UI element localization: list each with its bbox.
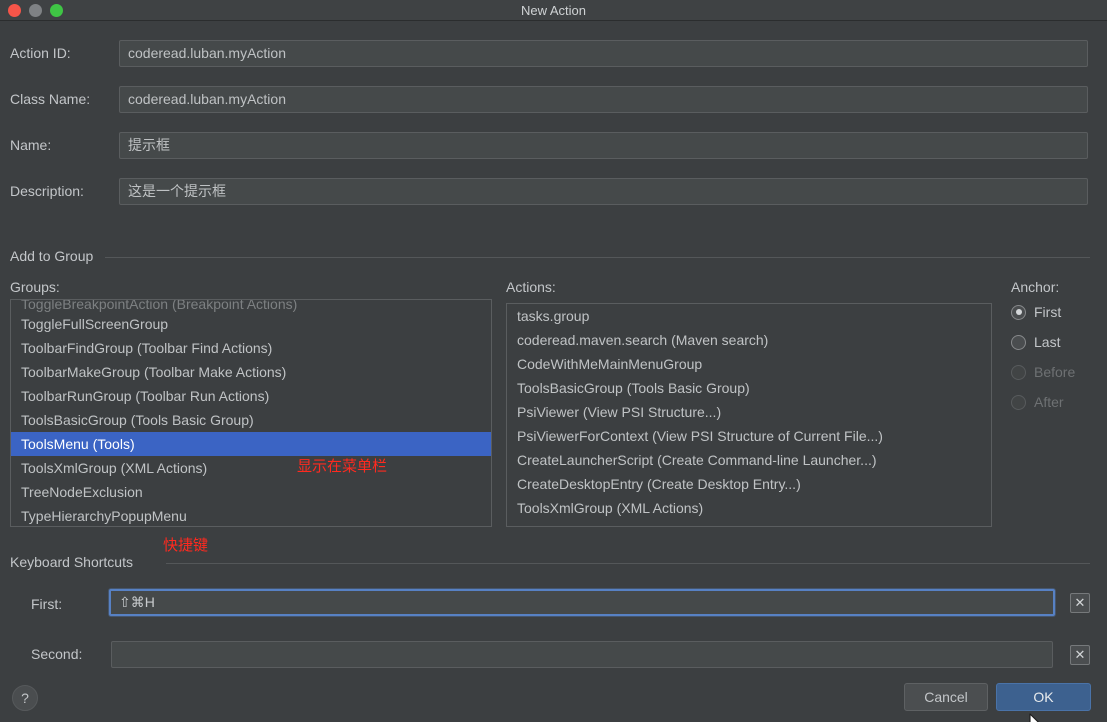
field-row-class-name: Class Name: coderead.luban.myAction xyxy=(0,86,1107,113)
groups-list-item[interactable]: ToolsMenu (Tools) xyxy=(11,432,491,456)
groups-list-item[interactable]: TypeHierarchyPopupMenu xyxy=(11,504,491,526)
name-label: Name: xyxy=(10,137,52,153)
groups-list-item[interactable]: ToolbarMakeGroup (Toolbar Make Actions) xyxy=(11,360,491,384)
anchor-radio-label: Before xyxy=(1034,364,1076,380)
groups-list-item[interactable]: ToggleBreakpointAction (Breakpoint Actio… xyxy=(11,300,491,312)
groups-list-item[interactable]: ToolsXmlGroup (XML Actions) xyxy=(11,456,491,480)
actions-list[interactable]: tasks.group coderead.maven.search (Maven … xyxy=(506,303,992,527)
anchor-radio-label: After xyxy=(1034,394,1064,410)
red-annotation: 快捷键 xyxy=(163,536,209,554)
radio-button-icon xyxy=(1011,364,1026,380)
clear-first-shortcut-icon[interactable]: ✕ xyxy=(1070,593,1090,613)
description-label: Description: xyxy=(10,183,84,199)
radio-button-icon[interactable] xyxy=(1011,334,1026,350)
field-row-description: Description: 这是一个提示框 xyxy=(0,178,1107,205)
actions-list-item[interactable]: CreateDesktopEntry (Create Desktop Entry… xyxy=(507,472,991,496)
action-id-input[interactable]: coderead.luban.myAction xyxy=(119,40,1088,67)
second-shortcut-label: Second: xyxy=(31,646,83,662)
window-titlebar: New Action xyxy=(0,0,1107,21)
class-name-label: Class Name: xyxy=(10,91,91,107)
action-id-label: Action ID: xyxy=(10,45,71,61)
anchor-radio-label: Last xyxy=(1034,334,1061,350)
keyboard-shortcuts-section-title: Keyboard Shortcuts xyxy=(10,554,141,570)
window-title: New Action xyxy=(520,3,587,18)
add-to-group-section-title: Add to Group xyxy=(10,248,102,264)
actions-list-item[interactable]: CreateLauncherScript (Create Command-lin… xyxy=(507,448,991,472)
first-shortcut-input[interactable]: ⇧⌘H xyxy=(109,589,1055,616)
radio-button-icon[interactable] xyxy=(1011,304,1026,320)
anchor-radio-first[interactable]: First xyxy=(1011,302,1061,322)
cancel-button[interactable]: Cancel xyxy=(904,683,988,711)
actions-list-item[interactable]: tasks.group xyxy=(507,304,991,328)
actions-list-item[interactable]: CodeWithMeMainMenuGroup xyxy=(507,352,991,376)
actions-caption: Actions: xyxy=(506,279,556,295)
ok-button[interactable]: OK xyxy=(996,683,1091,711)
second-shortcut-input[interactable] xyxy=(111,641,1053,668)
anchor-caption: Anchor: xyxy=(1011,279,1060,295)
groups-list-item[interactable]: TreeNodeExclusion xyxy=(11,480,491,504)
new-action-dialog: New Action Action ID: coderead.luban.myA… xyxy=(0,0,1107,722)
field-row-action-id: Action ID: coderead.luban.myAction xyxy=(0,40,1107,67)
anchor-radio-before: Before xyxy=(1011,362,1075,382)
red-annotation: 显示在菜单栏 xyxy=(297,457,388,475)
actions-list-item[interactable]: PsiViewer (View PSI Structure...) xyxy=(507,400,991,424)
add-to-group-separator xyxy=(105,257,1090,258)
keyboard-shortcuts-separator xyxy=(166,563,1090,564)
anchor-radio-last[interactable]: Last xyxy=(1011,332,1060,352)
class-name-input[interactable]: coderead.luban.myAction xyxy=(119,86,1088,113)
help-button[interactable]: ? xyxy=(12,685,38,711)
actions-list-item[interactable]: PsiViewerForContext (View PSI Structure … xyxy=(507,424,991,448)
first-shortcut-label: First: xyxy=(31,596,63,612)
description-input[interactable]: 这是一个提示框 xyxy=(119,178,1088,205)
groups-list-item[interactable]: ToolsBasicGroup (Tools Basic Group) xyxy=(11,408,491,432)
dialog-footer: ? Cancel OK xyxy=(0,675,1107,722)
actions-list-item[interactable]: coderead.maven.search (Maven search) xyxy=(507,328,991,352)
groups-list-item[interactable]: ToggleFullScreenGroup xyxy=(11,312,491,336)
field-row-name: Name: 提示框 xyxy=(0,132,1107,159)
name-input[interactable]: 提示框 xyxy=(119,132,1088,159)
anchor-radio-after: After xyxy=(1011,392,1064,412)
actions-list-item[interactable]: ToolsBasicGroup (Tools Basic Group) xyxy=(507,376,991,400)
groups-list-item[interactable]: ToolbarRunGroup (Toolbar Run Actions) xyxy=(11,384,491,408)
actions-list-item[interactable]: ToolsXmlGroup (XML Actions) xyxy=(507,496,991,520)
radio-button-icon xyxy=(1011,394,1026,410)
groups-list[interactable]: ToggleBreakpointAction (Breakpoint Actio… xyxy=(10,299,492,527)
clear-second-shortcut-icon[interactable]: ✕ xyxy=(1070,645,1090,665)
groups-caption: Groups: xyxy=(10,279,60,295)
groups-list-item[interactable]: ToolbarFindGroup (Toolbar Find Actions) xyxy=(11,336,491,360)
dialog-content: Action ID: coderead.luban.myAction Class… xyxy=(0,21,1107,722)
anchor-radio-label: First xyxy=(1034,304,1062,320)
